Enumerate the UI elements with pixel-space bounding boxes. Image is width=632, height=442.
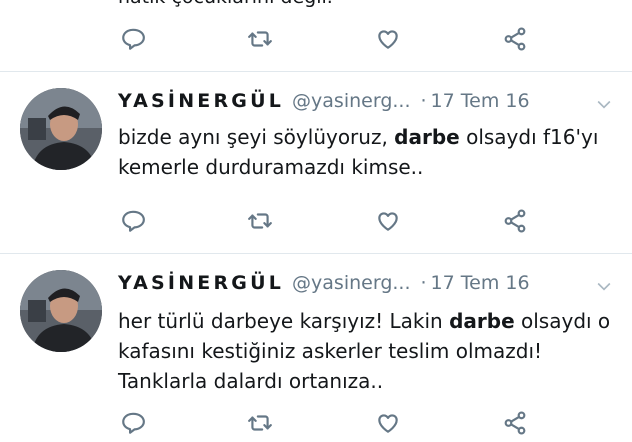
- like-icon: [378, 30, 398, 49]
- share-icon: [504, 411, 526, 435]
- reply-button[interactable]: [118, 24, 148, 54]
- tweet-text-bold: darbe: [449, 309, 515, 333]
- like-icon: [378, 414, 398, 433]
- reply-button[interactable]: [118, 408, 148, 438]
- avatar[interactable]: [20, 88, 102, 170]
- share-button[interactable]: [500, 408, 530, 438]
- retweet-icon: [248, 31, 272, 47]
- share-button[interactable]: [500, 206, 530, 236]
- retweet-icon: [248, 213, 272, 229]
- like-button[interactable]: [373, 24, 403, 54]
- avatar[interactable]: [20, 270, 102, 352]
- tweet-actions-bar: [0, 206, 632, 240]
- partial-tweet-text: hatik çocuklarını değil.: [118, 0, 333, 8]
- share-icon: [504, 209, 526, 233]
- display-name[interactable]: YASİNERGÜL: [118, 90, 284, 112]
- timestamp[interactable]: 17 Tem 16: [431, 90, 530, 112]
- more-options-button[interactable]: [594, 276, 616, 298]
- timestamp[interactable]: 17 Tem 16: [431, 272, 530, 294]
- retweet-button[interactable]: [245, 206, 275, 236]
- reply-icon: [122, 412, 145, 434]
- tweet-actions-bar: [0, 408, 632, 442]
- tweet[interactable]: YASİNERGÜL @yasinerg... · 17 Tem 16 her …: [0, 254, 632, 419]
- share-button[interactable]: [500, 24, 530, 54]
- tweet-header: YASİNERGÜL @yasinerg... · 17 Tem 16: [118, 90, 530, 120]
- reply-icon: [122, 210, 145, 232]
- like-button[interactable]: [373, 206, 403, 236]
- like-button[interactable]: [373, 408, 403, 438]
- tweet-text-part: bizde aynı şeyi söylüyoruz,: [118, 125, 395, 149]
- retweet-icon: [248, 415, 272, 431]
- more-options-button[interactable]: [594, 94, 616, 116]
- retweet-button[interactable]: [245, 408, 275, 438]
- tweet-text-bold: darbe: [394, 125, 460, 149]
- display-name[interactable]: YASİNERGÜL: [118, 272, 284, 294]
- tweet-text: her türlü darbeye karşıyız! Lakin darbe …: [118, 306, 618, 396]
- caret-down-icon: [597, 100, 611, 109]
- like-icon: [378, 212, 398, 231]
- reply-button[interactable]: [118, 206, 148, 236]
- caret-down-icon: [597, 282, 611, 291]
- separator-dot: ·: [420, 90, 427, 112]
- user-handle[interactable]: @yasinerg...: [292, 272, 410, 294]
- retweet-button[interactable]: [245, 24, 275, 54]
- avatar-photo: [20, 88, 102, 170]
- tweet-actions-bar: [0, 24, 632, 58]
- share-icon: [504, 27, 526, 51]
- user-handle[interactable]: @yasinerg...: [292, 90, 410, 112]
- tweet-text-part: her türlü darbeye karşıyız! Lakin: [118, 309, 450, 333]
- reply-icon: [122, 28, 145, 50]
- separator-dot: ·: [420, 272, 427, 294]
- avatar-photo: [20, 270, 102, 352]
- tweet-header: YASİNERGÜL @yasinerg... · 17 Tem 16: [118, 272, 530, 302]
- tweet-text: bizde aynı şeyi söylüyoruz, darbe olsayd…: [118, 122, 618, 182]
